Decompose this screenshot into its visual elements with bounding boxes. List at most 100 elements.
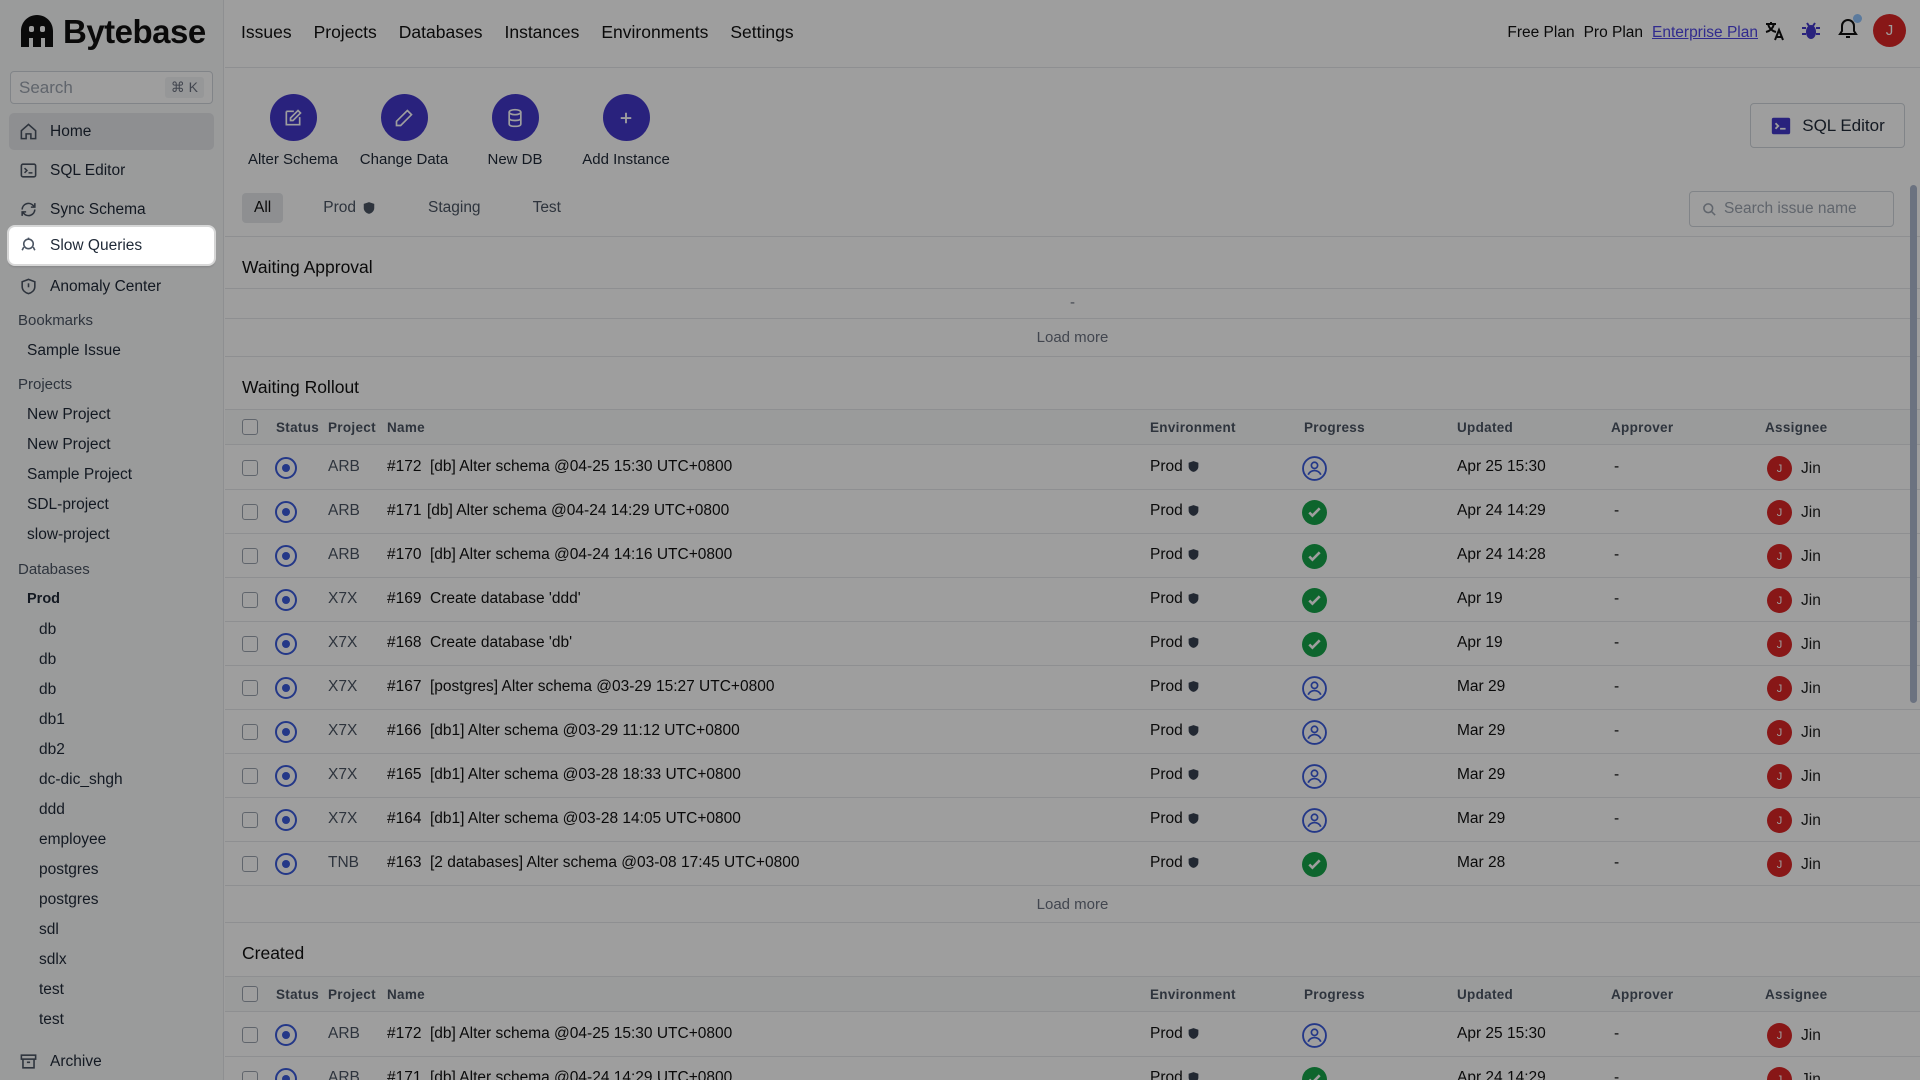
column-header[interactable]: Assignee — [1765, 987, 1827, 1002]
issue-id[interactable]: #165 — [387, 766, 421, 784]
issue-name[interactable]: [db] Alter schema @04-25 15:30 UTC+0800 — [430, 458, 732, 476]
sidebar-item-slow-queries-highlight[interactable]: Slow Queries — [9, 227, 214, 264]
project-item[interactable]: SDL-project — [27, 496, 109, 514]
nav-settings[interactable]: Settings — [730, 22, 793, 43]
assignee[interactable]: J Jin — [1767, 500, 1821, 525]
row-checkbox[interactable] — [242, 812, 258, 828]
assignee[interactable]: J Jin — [1767, 676, 1821, 701]
table-row[interactable]: X7X #166 [db1] Alter schema @03-29 11:12 U… — [225, 710, 1920, 754]
issue-name[interactable]: [db1] Alter schema @03-28 14:05 UTC+0800 — [430, 810, 741, 828]
row-checkbox[interactable] — [242, 724, 258, 740]
quick-action-alter-schema[interactable]: Alter Schema — [233, 94, 353, 168]
database-item[interactable]: employee — [39, 831, 106, 849]
table-row[interactable]: ARB #171 [db] Alter schema @04-24 14:29 UT… — [225, 1057, 1920, 1080]
sidebar-item-archive[interactable]: Archive — [9, 1043, 214, 1080]
table-row[interactable]: X7X #168 Create database 'db' Prod Apr 19 - J J… — [225, 622, 1920, 666]
database-item[interactable]: db1 — [39, 711, 65, 729]
project-item[interactable]: New Project — [27, 436, 111, 454]
quick-action-new-db[interactable]: New DB — [455, 94, 575, 168]
row-checkbox[interactable] — [242, 768, 258, 784]
table-row[interactable]: ARB #172 [db] Alter schema @04-25 15:30 UT… — [225, 1013, 1920, 1057]
row-checkbox[interactable] — [242, 548, 258, 564]
issue-id[interactable]: #172 — [387, 1025, 421, 1043]
nav-instances[interactable]: Instances — [504, 22, 579, 43]
enterprise-plan-link[interactable]: Enterprise Plan — [1652, 24, 1758, 42]
issue-name[interactable]: [postgres] Alter schema @03-29 15:27 UTC… — [430, 678, 774, 696]
column-header[interactable]: Status — [276, 987, 319, 1002]
issue-name[interactable]: [db1] Alter schema @03-28 18:33 UTC+0800 — [430, 766, 741, 784]
sidebar-item-home[interactable]: Home — [9, 113, 214, 150]
nav-databases[interactable]: Databases — [399, 22, 483, 43]
select-all-checkbox[interactable] — [242, 986, 258, 1002]
row-checkbox[interactable] — [242, 636, 258, 652]
assignee[interactable]: J Jin — [1767, 808, 1821, 833]
project-item[interactable]: slow-project — [27, 526, 110, 544]
project-item[interactable]: Sample Project — [27, 466, 132, 484]
column-header[interactable]: Assignee — [1765, 420, 1827, 435]
free-plan-link[interactable]: Free Plan — [1507, 24, 1574, 42]
row-checkbox[interactable] — [242, 592, 258, 608]
sql-editor-button[interactable]: SQL Editor — [1750, 103, 1905, 148]
database-item[interactable]: postgres — [39, 861, 98, 879]
assignee[interactable]: J Jin — [1767, 456, 1821, 481]
column-header[interactable]: Name — [387, 420, 425, 435]
sidebar-search-input[interactable]: Search ⌘ K — [10, 71, 213, 104]
assignee[interactable]: J Jin — [1767, 720, 1821, 745]
database-item[interactable]: sdlx — [39, 951, 67, 969]
row-checkbox[interactable] — [242, 1027, 258, 1043]
issue-id[interactable]: #166 — [387, 722, 421, 740]
table-row[interactable]: X7X #164 [db1] Alter schema @03-28 14:05 U… — [225, 798, 1920, 842]
table-row[interactable]: ARB #172 [db] Alter schema @04-25 15:30 UT… — [225, 446, 1920, 490]
table-row[interactable]: TNB #163 [2 databases] Alter schema @03-08… — [225, 842, 1920, 886]
database-item[interactable]: test — [39, 1011, 64, 1029]
column-header[interactable]: Updated — [1457, 987, 1513, 1002]
issue-id[interactable]: #167 — [387, 678, 421, 696]
assignee[interactable]: J Jin — [1767, 764, 1821, 789]
table-row[interactable]: X7X #167 [postgres] Alter schema @03-29 15… — [225, 666, 1920, 710]
issue-name[interactable]: [db] Alter schema @04-25 15:30 UTC+0800 — [430, 1025, 732, 1043]
row-checkbox[interactable] — [242, 1071, 258, 1080]
nav-environments[interactable]: Environments — [601, 22, 708, 43]
tab-test[interactable]: Test — [521, 193, 573, 223]
database-item[interactable]: db — [39, 621, 56, 639]
column-header[interactable]: Environment — [1150, 420, 1236, 435]
issue-id[interactable]: #168 — [387, 634, 421, 652]
nav-issues[interactable]: Issues — [241, 22, 292, 43]
column-header[interactable]: Status — [276, 420, 319, 435]
row-checkbox[interactable] — [242, 504, 258, 520]
database-item[interactable]: test — [39, 981, 64, 999]
database-item[interactable]: db — [39, 651, 56, 669]
bookmark-item[interactable]: Sample Issue — [27, 342, 121, 360]
load-more-button[interactable]: Load more — [225, 896, 1920, 913]
sidebar-item-anomaly-center[interactable]: Anomaly Center — [9, 268, 214, 305]
column-header[interactable]: Project — [328, 420, 376, 435]
tab-prod[interactable]: Prod — [311, 193, 388, 223]
quick-action-change-data[interactable]: Change Data — [344, 94, 464, 168]
database-item[interactable]: ddd — [39, 801, 65, 819]
environment-group-prod[interactable]: Prod — [27, 591, 60, 607]
select-all-checkbox[interactable] — [242, 419, 258, 435]
sidebar-item-sync-schema[interactable]: Sync Schema — [9, 191, 214, 228]
issue-id[interactable]: #169 — [387, 590, 421, 608]
table-row[interactable]: X7X #169 Create database 'ddd' Prod Apr 19 - J… — [225, 578, 1920, 622]
column-header[interactable]: Approver — [1611, 987, 1673, 1002]
row-checkbox[interactable] — [242, 460, 258, 476]
nav-projects[interactable]: Projects — [314, 22, 377, 43]
issue-name[interactable]: [2 databases] Alter schema @03-08 17:45 … — [430, 854, 799, 872]
column-header[interactable]: Updated — [1457, 420, 1513, 435]
notifications-button[interactable] — [1836, 14, 1862, 45]
issue-name[interactable]: [db] Alter schema @04-24 14:29 UTC+0800 — [427, 502, 729, 520]
column-header[interactable]: Progress — [1304, 420, 1365, 435]
issue-id[interactable]: #171 — [387, 1069, 421, 1080]
database-item[interactable]: db2 — [39, 741, 65, 759]
row-checkbox[interactable] — [242, 680, 258, 696]
issue-id[interactable]: #172 — [387, 458, 421, 476]
bytebase-logo[interactable]: Bytebase — [17, 12, 206, 52]
issue-name[interactable]: [db1] Alter schema @03-29 11:12 UTC+0800 — [430, 722, 740, 740]
issue-name[interactable]: [db] Alter schema @04-24 14:16 UTC+0800 — [430, 546, 732, 564]
issue-id[interactable]: #170 — [387, 546, 421, 564]
assignee[interactable]: J Jin — [1767, 544, 1821, 569]
issue-id[interactable]: #171 — [387, 502, 421, 520]
translate-icon[interactable] — [1762, 19, 1786, 43]
issue-name[interactable]: [db] Alter schema @04-24 14:29 UTC+0800 — [430, 1069, 732, 1080]
